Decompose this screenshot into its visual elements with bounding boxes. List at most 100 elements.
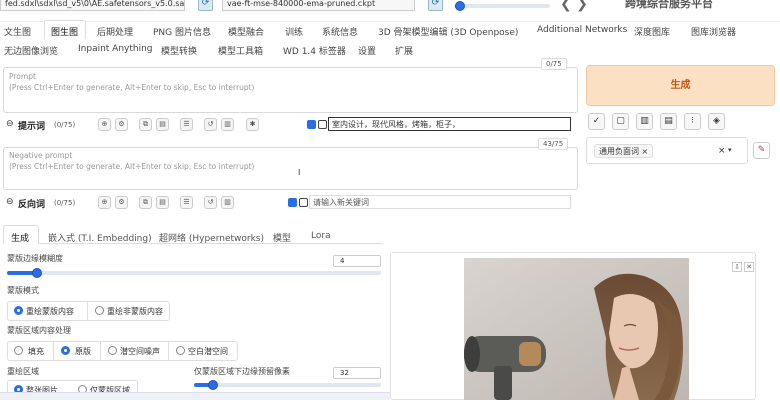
clear-glyph: ✕: [746, 263, 752, 271]
source-image[interactable]: [464, 258, 689, 400]
taskbar: [0, 392, 390, 400]
vae-select[interactable]: vae-ft-mse-840000-ema-pruned.ckpt: [222, 0, 415, 11]
generate-button[interactable]: 生成: [586, 65, 775, 106]
negative-section-label: 反向词: [18, 200, 46, 210]
trash-icon[interactable]: ▥: [221, 118, 234, 131]
history-icon[interactable]: ↺: [204, 196, 217, 209]
tab-train[interactable]: 训练: [285, 25, 303, 38]
chevron-down-icon[interactable]: ▾: [728, 146, 732, 154]
refresh-checkpoint-button[interactable]: ⟳: [198, 0, 213, 11]
style-tag-remove-icon[interactable]: ×: [642, 147, 649, 156]
negative-keyword-secondary-checkbox[interactable]: [299, 198, 308, 207]
tab-png-info[interactable]: PNG 图片信息: [153, 25, 211, 38]
paste-icon[interactable]: ▤: [156, 196, 169, 209]
subtab-generate[interactable]: 生成: [11, 231, 29, 244]
prompt-input[interactable]: Prompt (Press Ctrl+Enter to generate, Al…: [3, 67, 578, 113]
tab-txt2img[interactable]: 文生图: [4, 25, 31, 38]
masked-content-label: 蒙版区域内容处理: [7, 326, 71, 335]
history-icon[interactable]: ↺: [204, 118, 217, 131]
prompt-label: Prompt: [9, 72, 36, 81]
masked-content-option-3[interactable]: 空白潜空间: [188, 346, 228, 357]
masked-content-radio-1[interactable]: [61, 346, 70, 355]
list-icon[interactable]: ☰: [180, 118, 193, 131]
subtab-checkpoints[interactable]: 模型: [273, 231, 291, 244]
dice-icon[interactable]: ⁝: [684, 113, 701, 130]
checkpoint-select[interactable]: fed.sdxl\sdxl\sd_v5\0\AE.safetensors_v5.…: [0, 0, 185, 11]
tab-model-toolkit[interactable]: 模型工具箱: [218, 44, 263, 57]
tab-img2img[interactable]: 图生图: [51, 25, 78, 38]
settings-icon[interactable]: ⚙: [115, 118, 128, 131]
subtab-lora[interactable]: Lora: [311, 231, 331, 241]
copy-icon[interactable]: ⧉: [139, 196, 152, 209]
paste-icon[interactable]: ▤: [156, 118, 169, 131]
check-icon[interactable]: ✓: [588, 113, 605, 130]
padding-knob[interactable]: [208, 380, 218, 390]
tab-extras[interactable]: 后期处理: [97, 25, 133, 38]
negative-keyword-input[interactable]: 请输入新关键词: [309, 195, 571, 209]
tab-system-info[interactable]: 系统信息: [322, 25, 358, 38]
masked-content-radio-0[interactable]: [14, 346, 23, 355]
tab-infinite-image-browsing[interactable]: 无边图像浏览: [4, 44, 58, 57]
tab-settings[interactable]: 设置: [358, 44, 376, 57]
download-icon[interactable]: ⇩: [732, 262, 742, 272]
mask-blur-knob[interactable]: [32, 268, 42, 278]
padding-slider[interactable]: [194, 383, 381, 387]
logo-icon: ❮ ❯: [560, 0, 588, 12]
tab-model-converter[interactable]: 模型转换: [161, 44, 197, 57]
copy-icon[interactable]: ⧉: [139, 118, 152, 131]
mask-mode-radio-0[interactable]: [14, 306, 23, 315]
tab-checkpoint-merger[interactable]: 模型融合: [228, 25, 264, 38]
checkpoint-value: fed.sdxl\sdxl\sd_v5\0\AE.safetensors_v5.…: [5, 0, 185, 8]
negative-keyword-placeholder: 请输入新关键词: [313, 198, 369, 207]
divider: [168, 341, 169, 361]
keyword-secondary-checkbox[interactable]: [318, 120, 327, 129]
tab-openpose[interactable]: 3D 骨架模型编辑 (3D Openpose): [378, 25, 518, 38]
subtab-hypernetworks[interactable]: 超网络 (Hypernetworks): [159, 231, 264, 244]
mask-mode-option-0[interactable]: 重绘蒙版内容: [26, 306, 74, 317]
mask-mode-radio-1[interactable]: [95, 306, 104, 315]
refresh-vae-button[interactable]: ⟳: [428, 0, 443, 11]
prompt-section-label: 提示词: [18, 122, 46, 132]
keyword-input[interactable]: 室内设计，现代风格，烤箱，柜子，: [328, 117, 571, 131]
tab-additional-networks[interactable]: Additional Networks: [537, 25, 627, 35]
favorite-icon[interactable]: ✱: [246, 118, 259, 131]
masked-content-radio-3[interactable]: [176, 346, 185, 355]
tab-wd14-tagger[interactable]: WD 1.4 标签器: [283, 44, 346, 57]
trash-icon[interactable]: ▥: [636, 113, 653, 130]
mask-blur-slider[interactable]: [7, 271, 381, 275]
clip-skip-knob[interactable]: [455, 1, 465, 11]
tab-inpaint-anything[interactable]: Inpaint Anything: [78, 44, 153, 54]
translate-icon[interactable]: ⊕: [98, 196, 111, 209]
translate-icon[interactable]: ⊕: [98, 118, 111, 131]
mask-mode-option-1[interactable]: 重绘非蒙版内容: [107, 306, 163, 317]
tab-image-browser[interactable]: 图库浏览器: [691, 25, 736, 38]
negative-prompt-input[interactable]: Negative prompt (Press Ctrl+Enter to gen…: [3, 147, 578, 190]
style-tag: 通用负面词 ×: [594, 144, 654, 158]
clip-skip-slider[interactable]: [455, 4, 550, 8]
subtab-embedding[interactable]: 嵌入式 (T.I. Embedding): [48, 231, 152, 244]
prompt-collapse-icon[interactable]: ⊖: [6, 119, 14, 129]
padding-number[interactable]: 32: [333, 367, 381, 379]
masked-content-radio-2[interactable]: [108, 346, 117, 355]
divider: [53, 341, 54, 361]
clear-image-icon[interactable]: ✕: [744, 262, 754, 272]
edit-icon[interactable]: ✎: [753, 142, 770, 159]
tab-extensions[interactable]: 扩展: [395, 44, 413, 57]
square-icon[interactable]: ▢: [612, 113, 629, 130]
package-icon[interactable]: ◈: [708, 113, 725, 130]
masked-content-option-0[interactable]: 填充: [28, 346, 44, 357]
masked-content-option-1[interactable]: 原版: [75, 346, 91, 357]
mask-blur-value: 4: [340, 257, 345, 265]
tab-depth-library[interactable]: 深度图库: [634, 25, 670, 38]
generate-label: 生成: [670, 80, 691, 91]
list-icon[interactable]: ☰: [180, 196, 193, 209]
trash-icon[interactable]: ▥: [221, 196, 234, 209]
style-clear-icon[interactable]: ×: [718, 146, 726, 156]
mask-blur-number[interactable]: 4: [333, 255, 381, 267]
clipboard-icon[interactable]: ▤: [660, 113, 677, 130]
negative-collapse-icon[interactable]: ⊖: [6, 197, 14, 207]
keyword-enable-checkbox[interactable]: [307, 120, 316, 129]
masked-content-option-2[interactable]: 潜空间噪声: [120, 346, 160, 357]
settings-icon[interactable]: ⚙: [115, 196, 128, 209]
negative-keyword-enable-checkbox[interactable]: [288, 198, 297, 207]
